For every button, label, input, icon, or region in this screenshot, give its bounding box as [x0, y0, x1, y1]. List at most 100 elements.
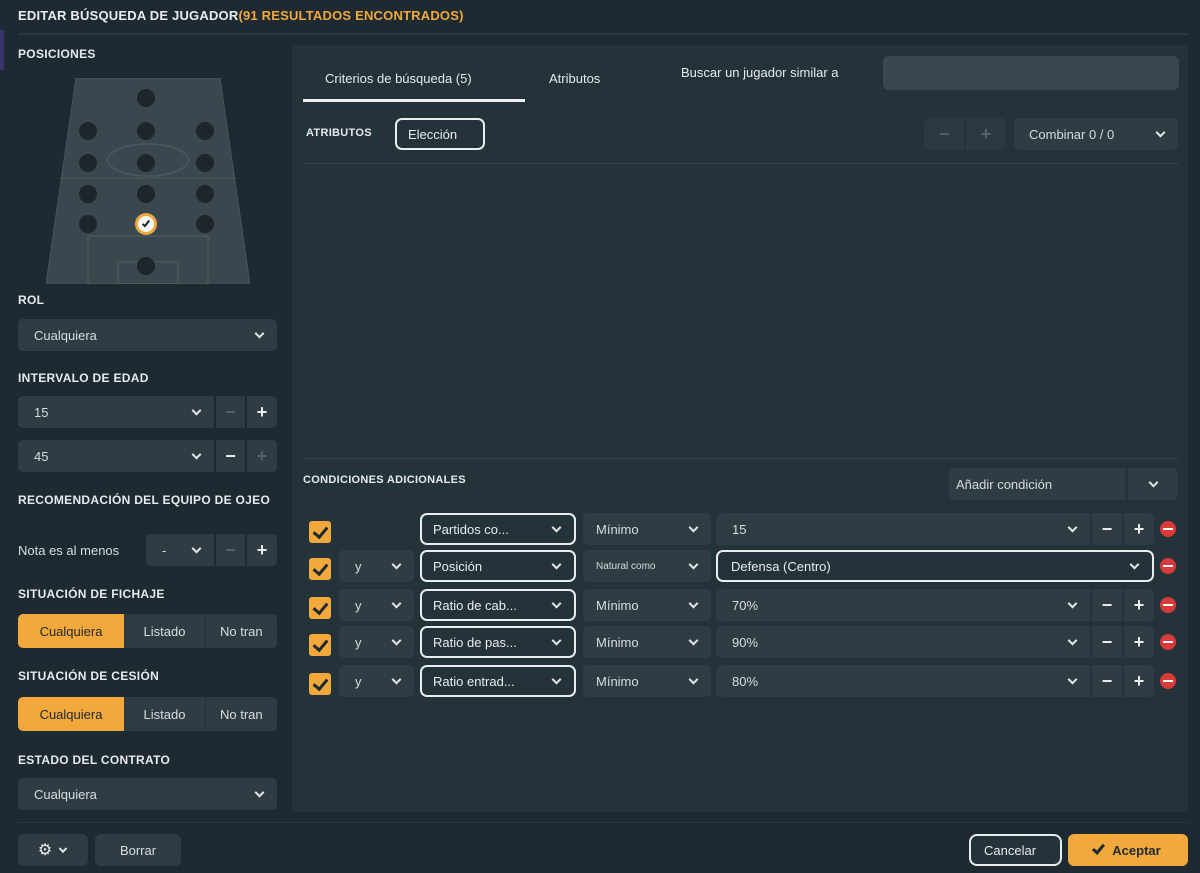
chevron-down-icon	[688, 598, 699, 609]
condition-field-dropdown[interactable]: Ratio entrad...	[420, 665, 576, 697]
pos-dot-dc-selected[interactable]	[135, 213, 157, 235]
age-max-increment-button[interactable]: +	[247, 440, 277, 472]
condition-value-dropdown[interactable]: Defensa (Centro)	[716, 550, 1154, 582]
pos-dot-gk[interactable]	[137, 257, 155, 275]
remove-condition-icon[interactable]	[1160, 521, 1176, 537]
condition-field-dropdown[interactable]: Ratio de cab...	[420, 589, 576, 621]
condition-value-dropdown[interactable]: 70%	[716, 589, 1090, 621]
combinar-dropdown[interactable]: Combinar 0 / 0	[1014, 118, 1178, 150]
condition-enabled-checkbox[interactable]	[309, 558, 331, 580]
condition-decrement-button[interactable]: −	[1092, 589, 1122, 621]
pos-dot-dl[interactable]	[79, 215, 97, 233]
condition-field-dropdown[interactable]: Posición	[420, 550, 576, 582]
chevron-down-icon	[688, 522, 699, 533]
age-max-decrement-button[interactable]: −	[216, 440, 245, 472]
pos-dot-dr[interactable]	[196, 215, 214, 233]
scout-note-increment-button[interactable]: +	[247, 534, 277, 566]
pos-dot-aml[interactable]	[79, 122, 97, 140]
cesion-option-any[interactable]: Cualquiera	[18, 697, 124, 731]
chevron-down-icon	[688, 559, 699, 570]
condition-value-dropdown[interactable]: 90%	[716, 626, 1090, 658]
scout-note-dropdown[interactable]: -	[146, 534, 214, 566]
age-max-dropdown[interactable]: 45	[18, 440, 214, 472]
chevron-down-icon	[254, 328, 265, 339]
connector-value: y	[355, 558, 362, 574]
condition-increment-button[interactable]: +	[1124, 665, 1154, 697]
condition-decrement-button[interactable]: −	[1092, 626, 1122, 658]
condition-enabled-checkbox[interactable]	[309, 521, 331, 543]
condition-value: 15	[732, 521, 747, 537]
condition-operator-dropdown[interactable]: Mínimo	[583, 665, 711, 697]
condition-connector-dropdown[interactable]: y	[339, 665, 414, 697]
aceptar-button[interactable]: Aceptar	[1068, 834, 1188, 866]
condition-decrement-button[interactable]: −	[1092, 665, 1122, 697]
cesion-option-untransferable[interactable]: No tran	[206, 697, 277, 731]
similar-player-input[interactable]	[883, 56, 1179, 90]
condition-enabled-checkbox[interactable]	[309, 634, 331, 656]
condition-value-dropdown[interactable]: 80%	[716, 665, 1090, 697]
condition-operator-dropdown[interactable]: Mínimo	[583, 589, 711, 621]
condition-operator-dropdown[interactable]: Natural como	[583, 550, 711, 582]
condition-value-dropdown[interactable]: 15	[716, 513, 1090, 545]
settings-menu-button[interactable]: ⚙	[18, 834, 88, 866]
chevron-down-icon	[551, 598, 562, 609]
tab-attributes[interactable]: Atributos	[549, 71, 600, 86]
operator-value: Mínimo	[596, 521, 639, 537]
condition-enabled-checkbox[interactable]	[309, 597, 331, 619]
condition-connector-dropdown[interactable]: y	[339, 589, 414, 621]
add-condition-button[interactable]: Añadir condición	[949, 468, 1125, 500]
position-pitch[interactable]	[45, 77, 251, 285]
condition-decrement-button[interactable]: −	[1092, 513, 1122, 545]
condition-increment-button[interactable]: +	[1124, 589, 1154, 621]
fichaje-option-any[interactable]: Cualquiera	[18, 614, 124, 648]
add-condition-dropdown-button[interactable]	[1128, 468, 1178, 500]
condition-operator-dropdown[interactable]: Mínimo	[583, 626, 711, 658]
pos-dot-st[interactable]	[137, 89, 155, 107]
pos-dot-wbr[interactable]	[196, 185, 214, 203]
remove-condition-icon[interactable]	[1160, 673, 1176, 689]
fichaje-option-untransferable[interactable]: No tran	[206, 614, 277, 648]
rol-dropdown[interactable]: Cualquiera	[18, 319, 277, 351]
condition-connector-dropdown[interactable]: y	[339, 626, 414, 658]
cesion-label: SITUACIÓN DE CESIÓN	[18, 669, 160, 683]
remove-condition-icon[interactable]	[1160, 558, 1176, 574]
attributes-divider	[303, 163, 1179, 164]
remove-condition-icon[interactable]	[1160, 634, 1176, 650]
pos-dot-amr[interactable]	[196, 122, 214, 140]
fichaje-option-listed[interactable]: Listado	[124, 614, 206, 648]
condition-increment-button[interactable]: +	[1124, 626, 1154, 658]
pos-dot-mr[interactable]	[196, 154, 214, 172]
age-min-decrement-button[interactable]: −	[216, 396, 245, 428]
results-count: (91 RESULTADOS ENCONTRADOS)	[238, 8, 464, 23]
condition-connector-dropdown[interactable]: y	[339, 550, 414, 582]
pos-dot-dm[interactable]	[137, 185, 155, 203]
age-min-dropdown[interactable]: 15	[18, 396, 214, 428]
eleccion-button[interactable]: Elección	[395, 118, 485, 150]
operator-value: Mínimo	[596, 597, 639, 613]
condition-operator-dropdown[interactable]: Mínimo	[583, 513, 711, 545]
pos-dot-ml[interactable]	[79, 154, 97, 172]
remove-condition-icon[interactable]	[1160, 597, 1176, 613]
contrato-dropdown[interactable]: Cualquiera	[18, 778, 277, 810]
attribute-increment-button[interactable]: +	[966, 118, 1006, 150]
attribute-decrement-button[interactable]: −	[924, 118, 964, 150]
age-min-increment-button[interactable]: +	[247, 396, 277, 428]
pos-dot-mc[interactable]	[137, 154, 155, 172]
condition-field-dropdown[interactable]: Ratio de pas...	[420, 626, 576, 658]
condition-field-dropdown[interactable]: Partidos co...	[420, 513, 576, 545]
fichaje-label: SITUACIÓN DE FICHAJE	[18, 587, 165, 601]
condition-enabled-checkbox[interactable]	[309, 673, 331, 695]
borrar-button[interactable]: Borrar	[95, 834, 181, 866]
pos-dot-amc[interactable]	[137, 122, 155, 140]
cancelar-button[interactable]: Cancelar	[969, 834, 1062, 866]
similar-player-label: Buscar un jugador similar a	[681, 65, 839, 80]
tab-search-criteria[interactable]: Criterios de búsqueda (5)	[325, 71, 472, 86]
condition-increment-button[interactable]: +	[1124, 513, 1154, 545]
condition-value: 90%	[732, 634, 759, 650]
active-tab-indicator	[303, 99, 525, 102]
cesion-option-listed[interactable]: Listado	[124, 697, 206, 731]
scout-note-decrement-button[interactable]: −	[216, 534, 245, 566]
pos-dot-wbl[interactable]	[79, 185, 97, 203]
age-label: INTERVALO DE EDAD	[18, 371, 149, 385]
chevron-down-icon	[1067, 598, 1078, 609]
